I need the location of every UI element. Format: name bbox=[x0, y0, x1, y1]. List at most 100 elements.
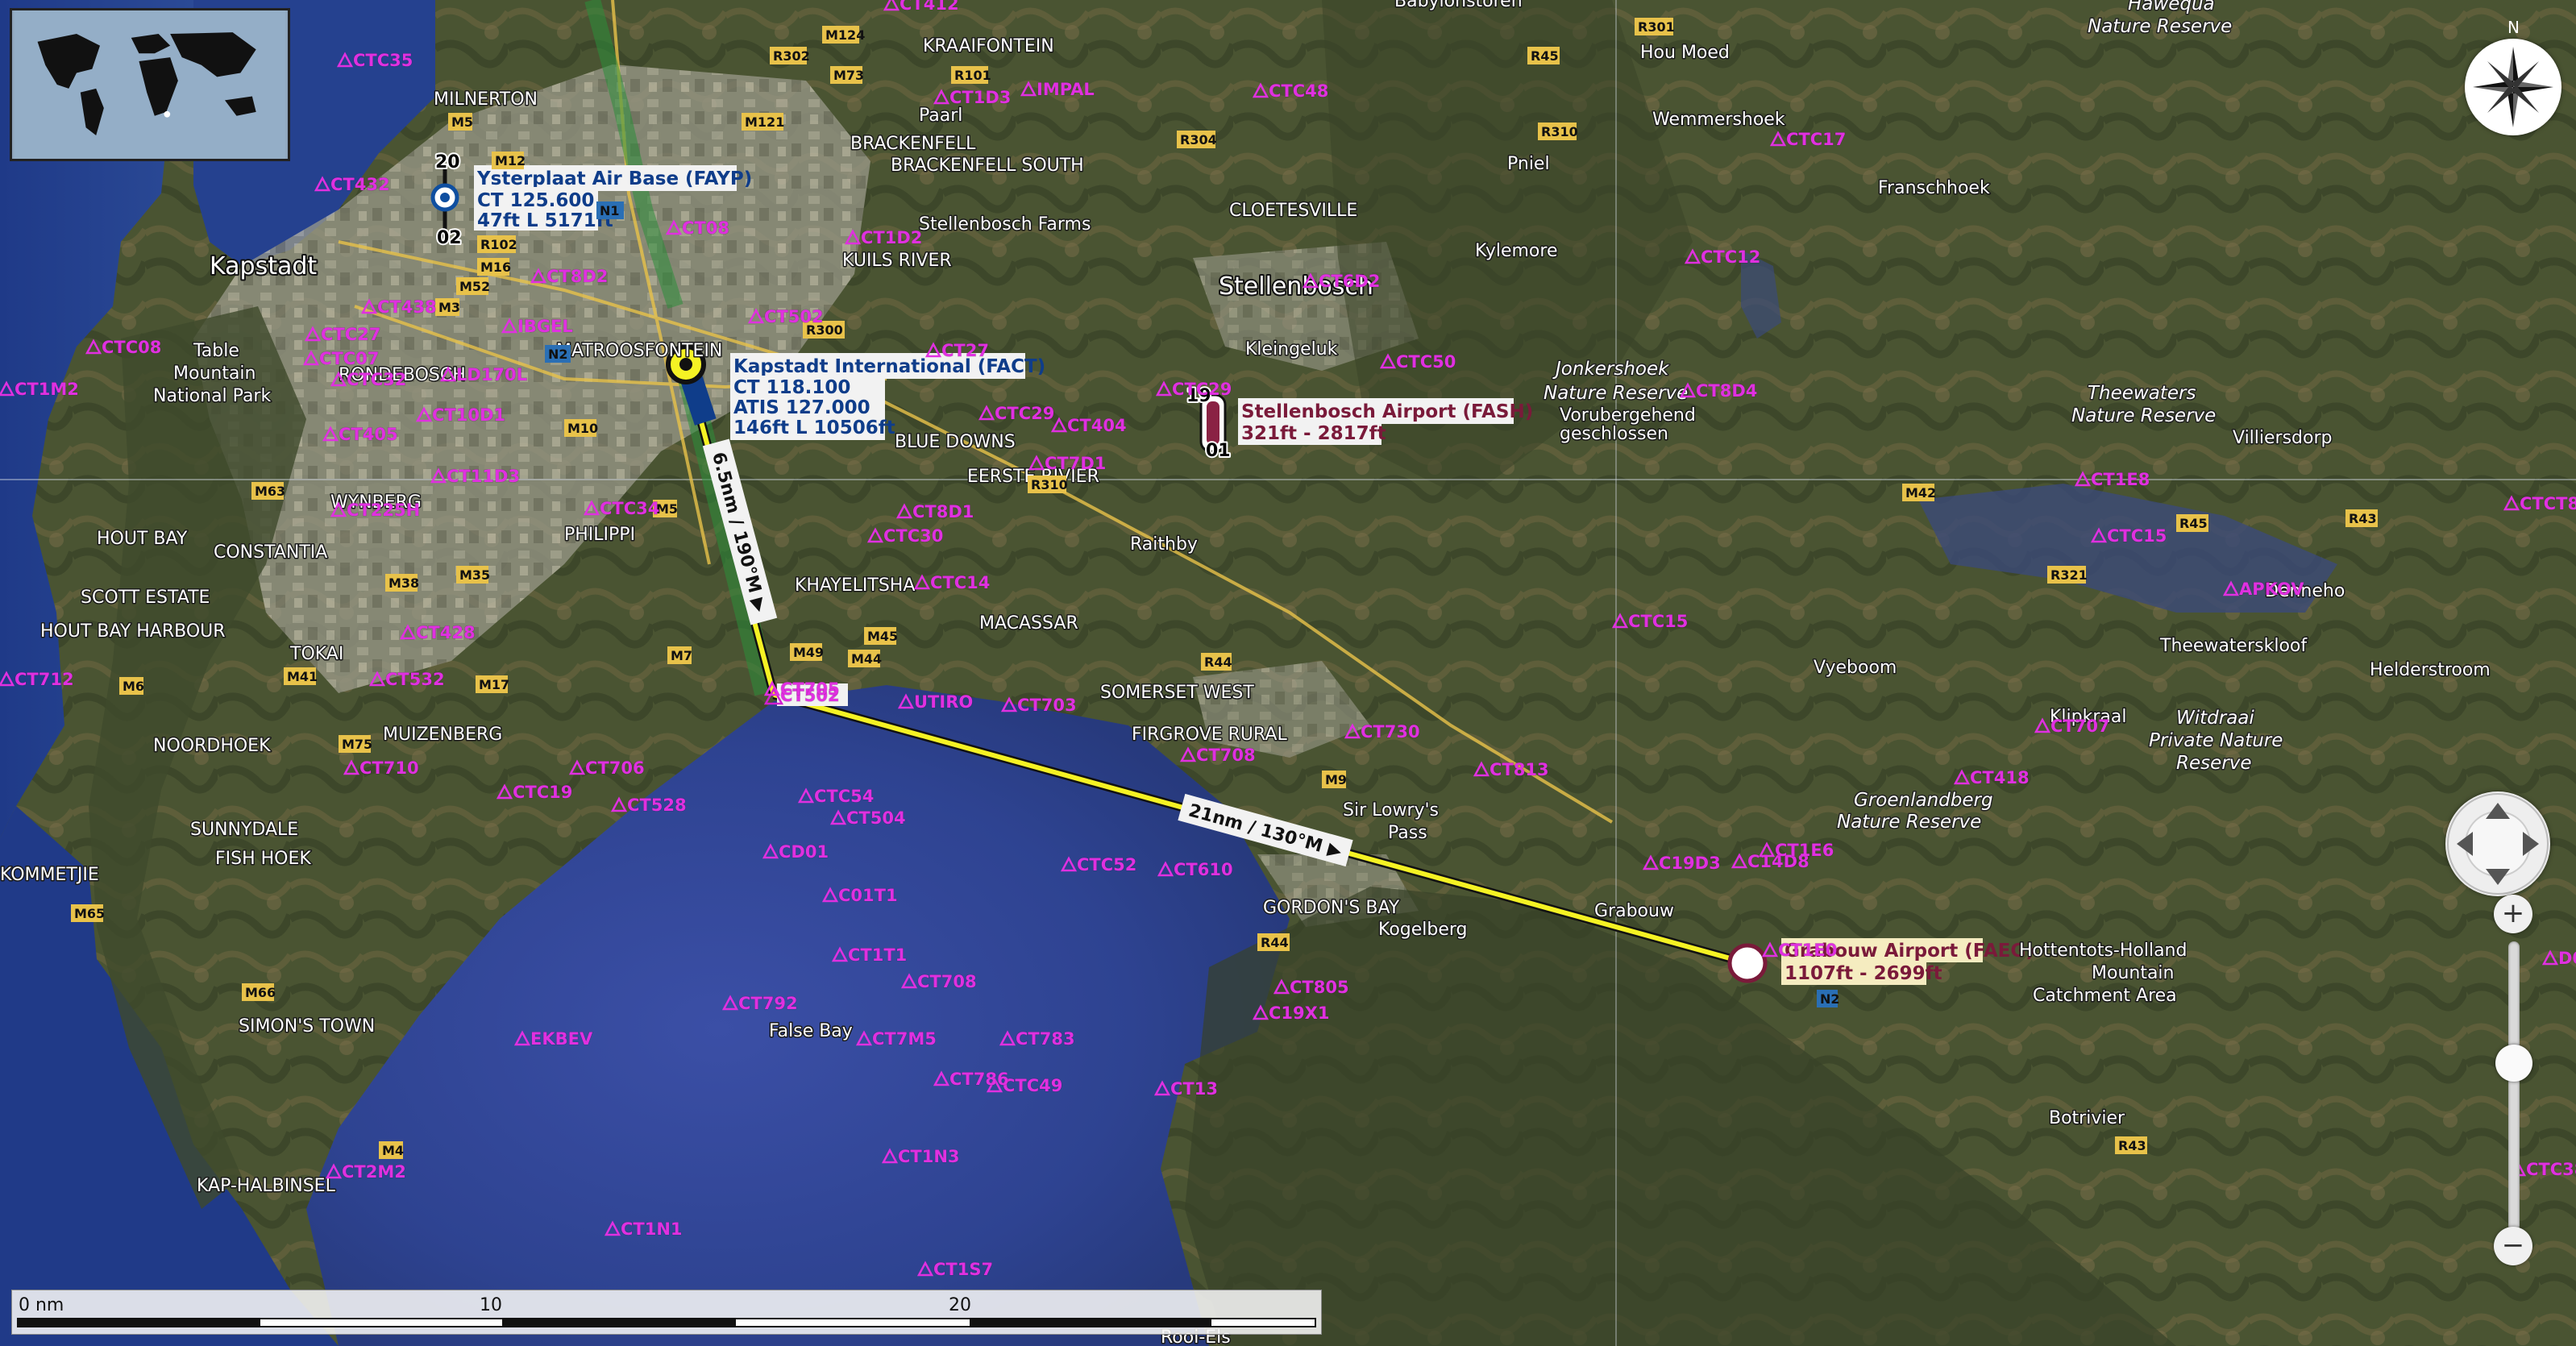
waypoint-label: CT703 bbox=[1017, 696, 1077, 715]
waypoint-label: EKBEV bbox=[530, 1029, 593, 1049]
road-shield-label: R44 bbox=[1261, 935, 1289, 950]
place-label: Sir Lowry's bbox=[1343, 800, 1439, 820]
overview-position-marker bbox=[164, 110, 171, 118]
road-shield-label: M17 bbox=[479, 677, 509, 692]
waypoint-label: LD170L bbox=[456, 365, 527, 384]
world-overview-map[interactable] bbox=[10, 8, 290, 161]
zoom-control: + − bbox=[2494, 895, 2534, 1265]
fact-line-2: ATIS 127.000 bbox=[733, 397, 870, 418]
waypoint-label: CT1E8 bbox=[2091, 470, 2150, 489]
road-shield-label: M16 bbox=[480, 260, 511, 275]
road-shield-label: R310 bbox=[1031, 477, 1068, 492]
waypoint-label: CT405 bbox=[339, 425, 398, 444]
faeg-line-1: 1107ft - 2699ft bbox=[1785, 963, 1942, 984]
place-label: National Park bbox=[153, 386, 271, 406]
waypoint-label: CTC08 bbox=[102, 338, 161, 357]
waypoint-label: CTC52 bbox=[1077, 855, 1136, 874]
place-label: False Bay bbox=[769, 1021, 853, 1041]
place-label: Nature Reserve bbox=[1544, 383, 1688, 404]
road-shield-label: M5 bbox=[451, 114, 473, 130]
road-shield-label: M45 bbox=[867, 629, 898, 644]
place-label: SCOTT ESTATE bbox=[81, 588, 210, 608]
road-shield-label: M41 bbox=[287, 669, 318, 684]
waypoint-label: CT1E0 bbox=[1778, 941, 1837, 960]
waypoint-label: CT2M2 bbox=[342, 1162, 406, 1182]
road-shield-label: M42 bbox=[1905, 485, 1936, 501]
place-label: Theewaterskloof bbox=[2159, 636, 2308, 656]
waypoint-label: CD01 bbox=[779, 842, 829, 862]
pan-control[interactable] bbox=[2445, 791, 2550, 896]
waypoint-label: CT432 bbox=[330, 175, 390, 194]
place-label: Pniel bbox=[1507, 154, 1550, 174]
place-label: Table bbox=[193, 341, 239, 361]
road-shield-label: M65 bbox=[74, 906, 105, 921]
waypoint-label: CT225H bbox=[347, 501, 420, 520]
road-shield-label: N1 bbox=[600, 203, 620, 218]
waypoint-label: C01T1 bbox=[838, 886, 898, 905]
place-label: Nature Reserve bbox=[1837, 812, 1981, 833]
road-shield-label: M3 bbox=[438, 300, 460, 315]
road-shield-label: M7 bbox=[671, 648, 692, 663]
place-label: Kylemore bbox=[1475, 241, 1557, 261]
waypoint-label: CTC34 bbox=[600, 499, 659, 518]
waypoint-label: UTIRO bbox=[914, 692, 973, 712]
place-label: Mountain bbox=[173, 364, 256, 384]
waypoint-label: CT10D1 bbox=[432, 405, 505, 425]
place-label: MUIZENBERG bbox=[383, 725, 502, 745]
waypoint-label: CTC12 bbox=[1701, 247, 1760, 267]
waypoint-label: CT6D2 bbox=[1319, 272, 1380, 291]
place-label: Babylonstoren bbox=[1394, 0, 1523, 11]
place-label: BRACKENFELL SOUTH bbox=[891, 156, 1084, 176]
waypoint-label: CT705 bbox=[780, 679, 840, 699]
waypoint-label: CT813 bbox=[1490, 760, 1549, 779]
fact-line-3: 146ft L 10506ft bbox=[733, 418, 895, 438]
waypoint-label: CTC50 bbox=[1396, 352, 1456, 372]
waypoint-label: CT1M2 bbox=[15, 380, 79, 399]
road-shield-label: R45 bbox=[2179, 516, 2208, 531]
waypoint-label: CTC30 bbox=[883, 526, 943, 546]
waypoint-label: CT730 bbox=[1361, 722, 1420, 742]
road-shield-label: R45 bbox=[1531, 48, 1559, 64]
zoom-out-button[interactable]: − bbox=[2494, 1227, 2532, 1265]
waypoint-label: CT528 bbox=[627, 796, 687, 815]
compass-rose-icon[interactable] bbox=[2465, 39, 2561, 135]
place-label: Jonkershoek bbox=[1552, 359, 1670, 380]
zoom-slider-thumb[interactable] bbox=[2495, 1045, 2532, 1082]
road-shield-label: M4 bbox=[382, 1143, 404, 1158]
zoom-in-button[interactable]: + bbox=[2494, 895, 2532, 933]
road-shield-label: M35 bbox=[459, 567, 490, 583]
zoom-slider-track[interactable] bbox=[2508, 941, 2520, 1232]
waypoint-label: CT11D3 bbox=[447, 467, 520, 486]
road-shield-label: M49 bbox=[793, 645, 824, 660]
waypoint-label: CT786 bbox=[949, 1070, 1009, 1089]
place-label: Raithby bbox=[1130, 534, 1198, 555]
waypoint-label: CT712 bbox=[15, 670, 74, 689]
waypoint-label: IMPAL bbox=[1037, 80, 1095, 99]
place-label: MILNERTON bbox=[434, 89, 538, 110]
waypoint-label: CT805 bbox=[1290, 978, 1349, 997]
road-shield-label: M6 bbox=[123, 679, 144, 694]
fact-name: Kapstadt International (FACT) bbox=[733, 356, 1045, 377]
waypoint-label: CT1N1 bbox=[621, 1219, 683, 1239]
place-label: Villiersdorp bbox=[2233, 428, 2333, 448]
satellite-map-canvas[interactable]: 6.5nm / 190°M ▶ 21nm / 130°M ▶ 20 02 Yst… bbox=[0, 0, 2576, 1346]
waypoint-label: CTC35 bbox=[353, 51, 413, 70]
scale-bar-line bbox=[17, 1318, 1316, 1327]
waypoint-label: CT13 bbox=[1170, 1079, 1218, 1099]
place-label: HOUT BAY HARBOUR bbox=[40, 621, 226, 642]
scale-label-10: 10 bbox=[480, 1295, 502, 1315]
waypoint-label: CT8D2 bbox=[546, 267, 608, 286]
scale-label-0: 0 nm bbox=[19, 1295, 64, 1315]
compass-north-label: N bbox=[2507, 18, 2520, 37]
place-label: Groenlandberg bbox=[1854, 790, 1993, 811]
road-shield-label: M124 bbox=[825, 27, 865, 43]
place-label: geschlossen bbox=[1560, 424, 1668, 444]
waypoint-label: CTC27 bbox=[321, 325, 380, 344]
place-label: Stellenbosch Farms bbox=[919, 214, 1091, 235]
waypoint-label: CTC15 bbox=[1628, 612, 1688, 631]
fash-name: Stellenbosch Airport (FASH) bbox=[1241, 401, 1533, 422]
place-label: Vyeboom bbox=[1814, 658, 1897, 678]
place-label: Vorubergehend bbox=[1560, 405, 1696, 426]
place-label: Pass bbox=[1388, 823, 1427, 843]
waypoint-label: CTC29 bbox=[1172, 380, 1232, 399]
